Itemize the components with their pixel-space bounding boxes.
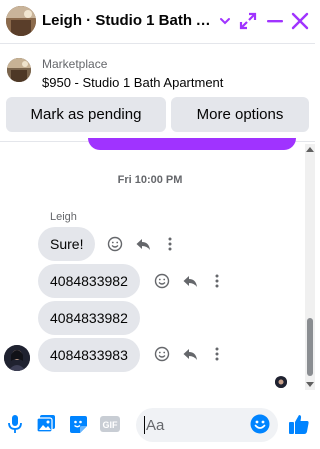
message-bubble[interactable]: 4084833982 — [38, 301, 140, 335]
sticker-icon[interactable] — [67, 413, 89, 435]
thumbs-up-icon[interactable] — [288, 413, 310, 435]
scroll-up-arrow[interactable] — [305, 144, 315, 154]
gif-icon[interactable]: GIF — [99, 413, 121, 435]
text-caret — [144, 416, 145, 434]
reply-icon[interactable] — [181, 345, 199, 363]
contact-avatar[interactable] — [6, 6, 36, 36]
microphone-icon[interactable] — [4, 413, 26, 435]
message-bubble[interactable]: 4084833982 — [38, 264, 140, 298]
close-icon[interactable] — [289, 10, 311, 32]
scroll-down-arrow[interactable] — [305, 380, 315, 390]
message-input-placeholder: Aa — [146, 417, 165, 434]
expand-icon[interactable] — [237, 10, 259, 32]
reply-icon[interactable] — [134, 235, 152, 253]
more-icon[interactable] — [208, 345, 226, 363]
sender-name: Leigh — [50, 211, 77, 223]
message-composer: GIF Aa — [0, 400, 315, 449]
react-icon[interactable] — [153, 272, 171, 290]
more-icon[interactable] — [161, 235, 179, 253]
listing-title: $950 - Studio 1 Bath Apartment — [42, 75, 224, 90]
sender-avatar[interactable] — [4, 345, 30, 371]
scrollbar[interactable] — [305, 144, 315, 390]
chat-title[interactable]: Leigh · Studio 1 Bath A... — [42, 12, 214, 29]
minimize-icon[interactable] — [264, 10, 286, 32]
react-icon[interactable] — [153, 345, 171, 363]
chevron-down-icon[interactable] — [214, 10, 236, 32]
seen-indicator-avatar — [275, 376, 287, 388]
svg-text:GIF: GIF — [103, 420, 119, 430]
message-bubble[interactable]: Sure! — [38, 227, 96, 261]
message-bubble[interactable]: 4084833983 — [38, 338, 140, 372]
react-icon[interactable] — [106, 235, 124, 253]
emoji-icon[interactable] — [249, 413, 271, 435]
scrollbar-thumb[interactable] — [307, 318, 313, 376]
marketplace-listing[interactable]: Marketplace $950 - Studio 1 Bath Apartme… — [0, 50, 315, 96]
outgoing-message-bubble[interactable] — [88, 138, 296, 150]
listing-kicker: Marketplace — [42, 57, 108, 71]
message-timestamp: Fri 10:00 PM — [117, 174, 183, 186]
chat-header: Leigh · Studio 1 Bath A... — [0, 0, 315, 44]
reply-icon[interactable] — [181, 272, 199, 290]
photo-icon[interactable] — [35, 413, 57, 435]
mark-as-pending-button[interactable]: Mark as pending — [6, 97, 166, 132]
more-icon[interactable] — [208, 272, 226, 290]
more-options-button[interactable]: More options — [171, 97, 309, 132]
listing-thumbnail — [7, 58, 31, 82]
